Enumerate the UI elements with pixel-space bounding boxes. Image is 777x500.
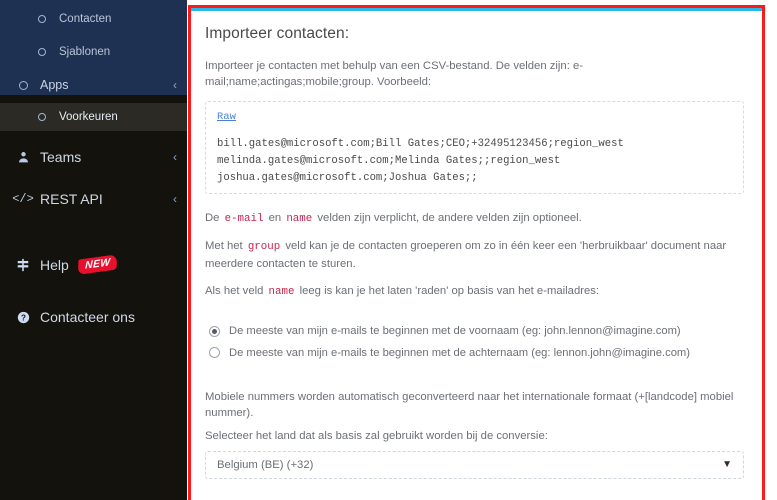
csv-line: bill.gates@microsoft.com;Bill Gates;CEO;… <box>217 138 624 151</box>
sidebar-item-contacten[interactable]: Contacten <box>0 5 187 33</box>
sidebar-item-label: Voorkeuren <box>59 111 118 123</box>
sidebar-item-label: Help <box>40 257 69 273</box>
code-email: e-mail <box>224 213 264 226</box>
code-group: group <box>247 241 281 254</box>
note-suffix: leeg is kan je het laten 'raden' op basi… <box>296 284 600 297</box>
sidebar-item-rest-api[interactable]: </> REST API ‹ <box>0 183 187 215</box>
group-field-note: Met het group veld kan je de contacten g… <box>205 238 744 271</box>
note-prefix: Met het <box>205 240 246 253</box>
note-middle: en <box>265 212 285 225</box>
sidebar-navigation: E-mail Contacten Sjablonen Apps ‹ Voorke… <box>0 0 187 500</box>
ring-icon <box>33 15 51 23</box>
new-badge: NEW <box>77 254 118 276</box>
sidebar-item-contacteer-ons[interactable]: ? Contacteer ons <box>0 301 187 333</box>
csv-line: melinda.gates@microsoft.com;Melinda Gate… <box>217 155 561 168</box>
radio-label: De meeste van mijn e-mails te beginnen m… <box>229 346 690 359</box>
guess-name-note: Als het veld name leeg is kan je het lat… <box>205 283 744 300</box>
csv-example-content: bill.gates@microsoft.com;Bill Gates;CEO;… <box>217 136 732 187</box>
ring-icon <box>33 48 51 56</box>
code-name: name <box>286 213 313 226</box>
radio-option-achternaam[interactable]: De meeste van mijn e-mails te beginnen m… <box>205 346 744 361</box>
person-icon <box>14 151 32 164</box>
svg-text:?: ? <box>21 313 26 322</box>
radio-indicator[interactable] <box>209 325 220 337</box>
sidebar-item-label: Apps <box>40 78 69 92</box>
chevron-down-icon: ▼ <box>722 459 732 471</box>
sidebar-item-help[interactable]: Help NEW <box>0 249 187 281</box>
question-circle-icon: ? <box>14 311 32 324</box>
mobile-format-note-line1: Mobiele nummers worden automatisch gecon… <box>205 391 734 420</box>
sidebar-item-label: REST API <box>40 191 103 207</box>
csv-example-code-block: Raw bill.gates@microsoft.com;Bill Gates;… <box>205 101 744 195</box>
chevron-left-icon: ‹ <box>173 150 177 164</box>
note-prefix: De <box>205 212 223 225</box>
chevron-left-icon: ‹ <box>173 192 177 206</box>
required-fields-note: De e-mail en name velden zijn verplicht,… <box>205 210 744 227</box>
country-select-value: Belgium (BE) (+32) <box>217 459 314 472</box>
chevron-left-icon: ‹ <box>173 78 177 92</box>
sidebar-item-label: Contacten <box>59 13 112 25</box>
code-tags-icon: </> <box>12 192 34 206</box>
ring-icon <box>14 80 32 90</box>
country-select[interactable]: Belgium (BE) (+32) ▼ <box>205 451 744 480</box>
radio-label: De meeste van mijn e-mails te beginnen m… <box>229 325 681 338</box>
sidebar-item-sjablonen[interactable]: Sjablonen <box>0 38 187 66</box>
note-prefix: Als het veld <box>205 284 267 297</box>
page-title: Importeer contacten: <box>205 25 350 42</box>
main-content-area: Importeer contacten: Importeer je contac… <box>187 0 777 500</box>
ring-icon <box>33 113 51 121</box>
import-contacts-panel: Importeer contacten: Importeer je contac… <box>191 11 762 500</box>
sidebar-item-voorkeuren[interactable]: Voorkeuren <box>0 103 187 131</box>
highlighted-region: Importeer contacten: Importeer je contac… <box>188 5 765 500</box>
radio-option-voornaam[interactable]: De meeste van mijn e-mails te beginnen m… <box>205 324 744 339</box>
note-suffix: veld kan je de contacten groeperen om zo… <box>205 240 727 270</box>
sidebar-item-apps[interactable]: Apps ‹ <box>0 71 187 99</box>
sidebar-item-label: Sjablonen <box>59 46 111 58</box>
sidebar-item-label: Contacteer ons <box>40 309 135 325</box>
mobile-format-note-line2: Selecteer het land dat als basis zal geb… <box>205 430 548 443</box>
sidebar-item-teams[interactable]: Teams ‹ <box>0 141 187 173</box>
csv-line: joshua.gates@microsoft.com;Joshua Gates;… <box>217 172 478 185</box>
intro-text: Importeer je contacten met behulp van ee… <box>205 60 584 89</box>
note-suffix: velden zijn verplicht, de andere velden … <box>314 212 582 225</box>
app-root: E-mail Contacten Sjablonen Apps ‹ Voorke… <box>0 0 777 500</box>
raw-link[interactable]: Raw <box>217 111 732 123</box>
signpost-icon <box>14 258 32 272</box>
sidebar-item-label: Teams <box>40 149 82 165</box>
radio-indicator[interactable] <box>209 347 220 359</box>
code-name: name <box>268 285 295 298</box>
